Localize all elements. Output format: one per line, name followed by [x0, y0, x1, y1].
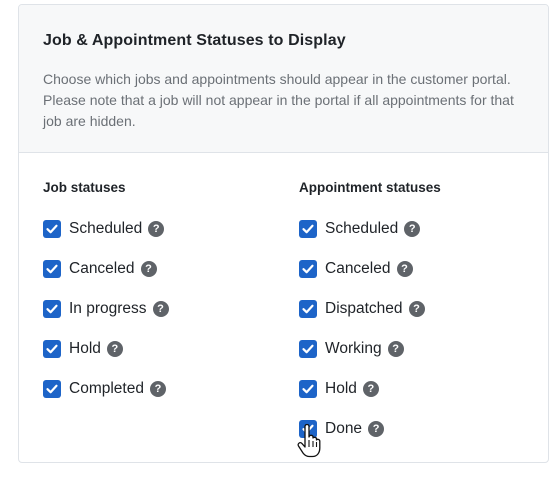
job-completed-checkbox[interactable] [43, 380, 61, 398]
appointment-hold-checkbox[interactable] [299, 380, 317, 398]
help-icon[interactable]: ? [140, 261, 157, 277]
help-icon[interactable]: ? [362, 381, 379, 397]
checkmark-icon [46, 304, 58, 314]
help-icon[interactable]: ? [387, 341, 404, 357]
checkmark-icon [302, 344, 314, 354]
help-icon[interactable]: ? [408, 301, 425, 317]
help-icon[interactable]: ? [368, 421, 385, 437]
checkmark-icon [46, 224, 58, 234]
job-canceled-checkbox[interactable] [43, 260, 61, 278]
appointment-done-label[interactable]: Done [325, 420, 362, 438]
help-icon[interactable]: ? [149, 381, 166, 397]
checkmark-icon [46, 344, 58, 354]
appointment-status-hold: Hold? [299, 369, 441, 409]
help-icon[interactable]: ? [106, 341, 123, 357]
appointment-done-checkbox[interactable] [299, 420, 317, 438]
appointment-status-list: Scheduled? Canceled? Dispatched? Working? Ho… [299, 209, 441, 449]
job-hold-checkbox[interactable] [43, 340, 61, 358]
appointment-status-done: Done? [299, 409, 441, 449]
job-hold-label[interactable]: Hold [69, 340, 101, 358]
job-scheduled-checkbox[interactable] [43, 220, 61, 238]
card-title: Job & Appointment Statuses to Display [43, 32, 346, 49]
help-icon[interactable]: ? [396, 261, 413, 277]
appointment-statuses-title: Appointment statuses [299, 180, 441, 195]
job-canceled-label[interactable]: Canceled [69, 260, 135, 278]
appointment-status-canceled: Canceled? [299, 249, 441, 289]
job-statuses-column: Job statuses Scheduled? Canceled? In progr… [43, 153, 169, 409]
job-completed-label[interactable]: Completed [69, 380, 144, 398]
appointment-statuses-column: Appointment statuses Scheduled? Canceled?… [299, 153, 441, 449]
help-icon[interactable]: ? [148, 221, 165, 237]
card-body: Job statuses Scheduled? Canceled? In progr… [19, 153, 548, 462]
appointment-hold-label[interactable]: Hold [325, 380, 357, 398]
help-icon[interactable]: ? [404, 221, 421, 237]
checkmark-icon [302, 384, 314, 394]
job-status-canceled: Canceled? [43, 249, 169, 289]
job-statuses-title: Job statuses [43, 180, 126, 195]
card-description: Choose which jobs and appointments shoul… [43, 71, 514, 129]
checkmark-icon [302, 264, 314, 274]
appointment-working-label[interactable]: Working [325, 340, 382, 358]
appointment-dispatched-checkbox[interactable] [299, 300, 317, 318]
appointment-status-working: Working? [299, 329, 441, 369]
job-in-progress-label[interactable]: In progress [69, 300, 147, 318]
appointment-canceled-checkbox[interactable] [299, 260, 317, 278]
appointment-canceled-label[interactable]: Canceled [325, 260, 391, 278]
checkmark-icon [46, 384, 58, 394]
checkmark-icon [46, 264, 58, 274]
appointment-scheduled-checkbox[interactable] [299, 220, 317, 238]
job-status-hold: Hold? [43, 329, 169, 369]
job-in-progress-checkbox[interactable] [43, 300, 61, 318]
checkmark-icon [302, 424, 314, 434]
checkmark-icon [302, 224, 314, 234]
job-status-completed: Completed? [43, 369, 169, 409]
appointment-working-checkbox[interactable] [299, 340, 317, 358]
appointment-status-scheduled: Scheduled? [299, 209, 441, 249]
appointment-dispatched-label[interactable]: Dispatched [325, 300, 403, 318]
help-icon[interactable]: ? [152, 301, 169, 317]
job-scheduled-label[interactable]: Scheduled [69, 220, 142, 238]
job-status-in-progress: In progress? [43, 289, 169, 329]
appointment-scheduled-label[interactable]: Scheduled [325, 220, 398, 238]
appointment-status-dispatched: Dispatched? [299, 289, 441, 329]
job-status-scheduled: Scheduled? [43, 209, 169, 249]
status-settings-card: Job & Appointment Statuses to Display Ch… [18, 4, 549, 463]
card-header: Job & Appointment Statuses to Display Ch… [19, 5, 548, 153]
checkmark-icon [302, 304, 314, 314]
job-status-list: Scheduled? Canceled? In progress? Hold? Comp… [43, 209, 169, 409]
